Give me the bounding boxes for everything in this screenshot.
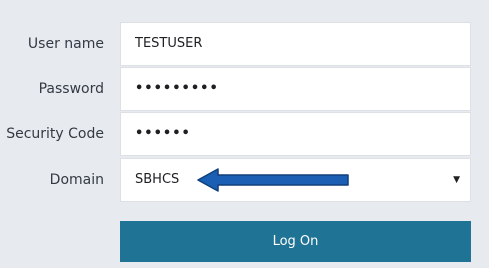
- security-code-row: Security Code ••••••: [0, 112, 489, 156]
- security-code-value: ••••••: [135, 126, 191, 141]
- login-panel: User name TESTUSER Password ••••••••• Se…: [0, 0, 489, 268]
- username-row: User name TESTUSER: [0, 22, 489, 66]
- security-code-field[interactable]: ••••••: [120, 112, 471, 156]
- password-row: Password •••••••••: [0, 67, 489, 111]
- password-field[interactable]: •••••••••: [120, 67, 471, 111]
- password-label: Password: [38, 81, 104, 97]
- chevron-down-icon: ▼: [453, 175, 460, 185]
- domain-selected-value: SBHCS: [135, 172, 180, 187]
- domain-row: Domain SBHCS ▼: [0, 158, 489, 202]
- username-value: TESTUSER: [135, 36, 203, 51]
- username-field[interactable]: TESTUSER: [120, 22, 471, 66]
- domain-label: Domain: [49, 172, 104, 188]
- password-value: •••••••••: [135, 81, 219, 96]
- left-arrow-icon: [197, 168, 349, 192]
- username-label: User name: [27, 36, 104, 52]
- log-on-button[interactable]: Log On: [120, 221, 471, 262]
- security-code-label: Security Code: [6, 126, 104, 142]
